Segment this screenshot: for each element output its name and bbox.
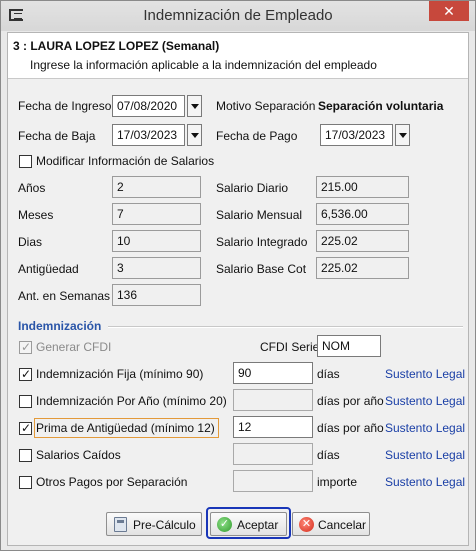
cfdi-serie-input[interactable]: NOM — [317, 335, 381, 357]
indemnizacion-por-anio-input[interactable] — [233, 389, 313, 411]
indemnizacion-por-anio-label: Indemnización Por Año (mínimo 20) — [36, 394, 227, 408]
fecha-pago-label: Fecha de Pago — [216, 129, 298, 143]
salario-integrado-label: Salario Integrado — [216, 235, 308, 249]
aceptar-button-label: Aceptar — [237, 518, 279, 532]
dialog-window: Indemnización de Empleado ✕ 3 : LAURA LO… — [0, 0, 476, 551]
fecha-ingreso-input[interactable]: 07/08/2020 — [112, 95, 185, 117]
employee-name: 3 : LAURA LOPEZ LOPEZ (Semanal) — [13, 39, 220, 53]
modificar-salarios-label: Modificar Información de Salarios — [36, 154, 215, 168]
cancel-icon: ✕ — [299, 517, 314, 532]
prima-antiguedad-label: Prima de Antigüedad (mínimo 12) — [36, 421, 215, 435]
salario-mensual-label: Salario Mensual — [216, 208, 303, 222]
calculator-icon — [114, 517, 127, 532]
salario-diario-label: Salario Diario — [216, 181, 289, 195]
dias-label: Dias — [18, 235, 43, 249]
close-button[interactable]: ✕ — [429, 1, 469, 21]
otros-pagos-sustento-link[interactable]: Sustento Legal — [385, 475, 465, 489]
salarios-caidos-unit: días — [317, 448, 340, 462]
fecha-baja-dropdown-icon[interactable] — [187, 124, 202, 146]
prima-antiguedad-input[interactable]: 12 — [233, 416, 313, 438]
cfdi-serie-label: CFDI Serie — [260, 340, 320, 354]
fecha-baja-label: Fecha de Baja — [18, 129, 96, 143]
indemnizacion-fija-input[interactable]: 90 — [233, 362, 313, 384]
meses-label: Meses — [18, 208, 54, 222]
meses-field: 7 — [112, 203, 201, 225]
otros-pagos-checkbox[interactable] — [19, 476, 32, 489]
generar-cfdi-label: Generar CFDI — [36, 340, 112, 354]
modificar-salarios-checkbox[interactable] — [19, 155, 32, 168]
indemnizacion-fija-checkbox[interactable]: ✓ — [19, 367, 32, 381]
dialog-body: 3 : LAURA LOPEZ LOPEZ (Semanal) Ingrese … — [7, 32, 469, 546]
ant-semanas-field: 136 — [112, 284, 201, 306]
instruction-text: Ingrese la información aplicable a la in… — [30, 58, 377, 72]
motivo-separacion-label: Motivo Separación — [216, 99, 316, 113]
cancelar-button[interactable]: ✕ Cancelar — [292, 512, 370, 536]
fecha-pago-dropdown-icon[interactable] — [395, 124, 410, 146]
otros-pagos-input[interactable] — [233, 470, 313, 492]
ant-semanas-label: Ant. en Semanas — [18, 289, 111, 303]
fecha-pago-input[interactable]: 17/03/2023 — [320, 124, 393, 146]
fecha-baja-input[interactable]: 17/03/2023 — [112, 124, 185, 146]
fecha-ingreso-label: Fecha de Ingreso — [18, 99, 112, 113]
prima-antiguedad-checkbox[interactable]: ✓ — [19, 421, 32, 435]
indemnizacion-por-anio-sustento-link[interactable]: Sustento Legal — [385, 394, 465, 408]
title-bar[interactable]: Indemnización de Empleado ✕ — [1, 1, 475, 31]
indemnizacion-por-anio-checkbox[interactable] — [19, 395, 32, 408]
prima-antiguedad-sustento-link[interactable]: Sustento Legal — [385, 421, 465, 435]
precalculo-button[interactable]: Pre-Cálculo — [106, 512, 202, 536]
aceptar-button[interactable]: ✓ Aceptar — [210, 512, 287, 536]
anios-label: Años — [18, 181, 46, 195]
fecha-ingreso-dropdown-icon[interactable] — [187, 95, 202, 117]
prima-antiguedad-unit: días por año — [317, 421, 384, 435]
salarios-caidos-input[interactable] — [233, 443, 313, 465]
ok-icon: ✓ — [217, 517, 232, 532]
salario-base-cot-label: Salario Base Cot — [216, 262, 307, 276]
salario-mensual-field: 6,536.00 — [316, 203, 409, 225]
dias-field: 10 — [112, 230, 201, 252]
salario-diario-field: 215.00 — [316, 176, 409, 198]
antiguedad-field: 3 — [112, 257, 201, 279]
check-icon: ✓ — [21, 367, 32, 381]
generar-cfdi-checkbox[interactable]: ✓ — [19, 340, 32, 354]
employee-header: 3 : LAURA LOPEZ LOPEZ (Semanal) Ingrese … — [8, 33, 468, 79]
check-icon: ✓ — [21, 340, 32, 354]
salarios-caidos-sustento-link[interactable]: Sustento Legal — [385, 448, 465, 462]
precalculo-button-label: Pre-Cálculo — [133, 518, 196, 532]
otros-pagos-unit: importe — [317, 475, 358, 489]
check-icon: ✓ — [21, 421, 32, 435]
cancelar-button-label: Cancelar — [318, 518, 367, 532]
otros-pagos-label: Otros Pagos por Separación — [36, 475, 188, 489]
salarios-caidos-label: Salarios Caídos — [36, 448, 121, 462]
window-title: Indemnización de Empleado — [143, 7, 333, 24]
motivo-separacion-value: Separación voluntaria — [318, 99, 444, 113]
indemnizacion-por-anio-unit: días por año — [317, 394, 384, 408]
indemnizacion-fija-label: Indemnización Fija (mínimo 90) — [36, 367, 204, 381]
salario-integrado-field: 225.02 — [316, 230, 409, 252]
section-divider — [108, 326, 463, 328]
indemnizacion-section-title: Indemnización — [18, 319, 102, 333]
salario-base-cot-field: 225.02 — [316, 257, 409, 279]
salarios-caidos-checkbox[interactable] — [19, 449, 32, 462]
anios-field: 2 — [112, 176, 201, 198]
indemnizacion-fija-unit: días — [317, 367, 340, 381]
antiguedad-label: Antigüedad — [18, 262, 79, 276]
indemnizacion-fija-sustento-link[interactable]: Sustento Legal — [385, 367, 465, 381]
